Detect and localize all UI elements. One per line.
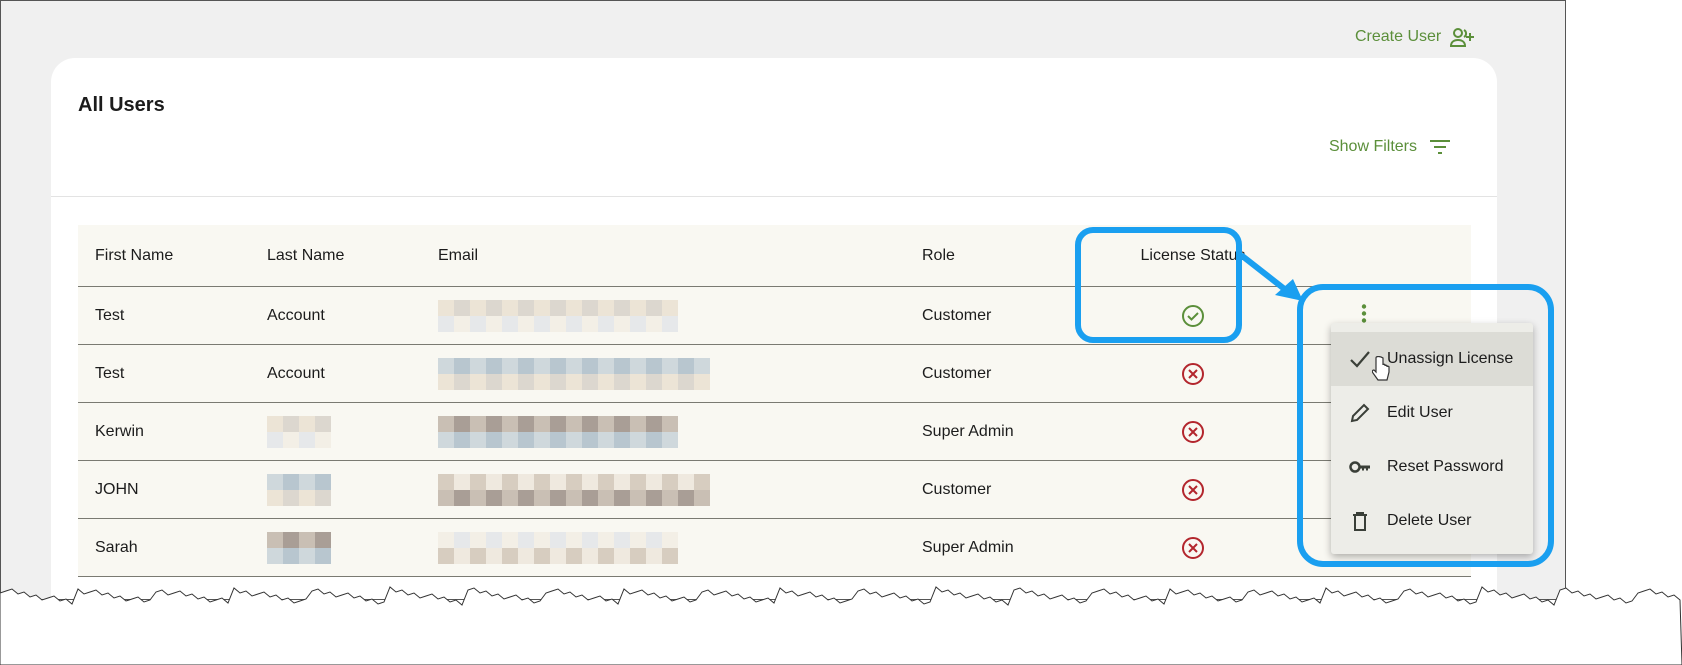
- email: [438, 299, 678, 332]
- redacted-text: [438, 473, 710, 506]
- redacted-text: [438, 531, 678, 564]
- role: Customer: [922, 480, 992, 498]
- last-name: [267, 531, 331, 564]
- first-name: Test: [95, 306, 125, 324]
- divider: [51, 196, 1497, 197]
- col-first-name[interactable]: First Name: [95, 247, 173, 265]
- table-row[interactable]: Kerwin Super Admin: [78, 403, 1471, 461]
- redacted-text: [267, 473, 331, 506]
- first-name: JOHN: [95, 480, 139, 498]
- email: [438, 531, 678, 564]
- table-row[interactable]: JOHN Customer: [78, 461, 1471, 519]
- first-name: Kerwin: [95, 422, 144, 440]
- last-name: Account: [267, 364, 325, 382]
- email: [438, 473, 710, 506]
- x-circle-icon: [1182, 478, 1204, 501]
- x-circle-icon: [1182, 536, 1204, 559]
- redacted-text: [438, 299, 678, 332]
- role: Customer: [922, 364, 992, 382]
- col-last-name[interactable]: Last Name: [267, 247, 344, 265]
- create-user-label: Create User: [1355, 28, 1442, 45]
- callout-arrow: [1239, 252, 1303, 301]
- torn-edge: [0, 586, 1682, 665]
- first-name: Sarah: [95, 538, 138, 556]
- role: Customer: [922, 306, 992, 324]
- redacted-text: [267, 531, 331, 564]
- actions-menu-highlight: [1297, 284, 1554, 567]
- role: Super Admin: [922, 538, 1014, 556]
- license-status: [1118, 420, 1268, 444]
- table-row[interactable]: Sarah Super Admin: [78, 519, 1471, 577]
- last-name: [267, 473, 331, 506]
- license-status: [1118, 478, 1268, 502]
- show-filters-label: Show Filters: [1328, 138, 1417, 155]
- redacted-text: [438, 357, 710, 390]
- page: Create User All Users Show Filters First…: [0, 0, 1566, 600]
- redacted-text: [267, 415, 331, 448]
- table-row[interactable]: Test Account Customer: [78, 345, 1471, 403]
- email: [438, 357, 710, 390]
- redacted-text: [438, 415, 678, 448]
- role: Super Admin: [922, 422, 1014, 440]
- license-status-highlight: [1075, 227, 1242, 343]
- x-circle-icon: [1182, 420, 1204, 443]
- col-role[interactable]: Role: [922, 247, 955, 265]
- first-name: Test: [95, 364, 125, 382]
- filter-lines-icon: [1430, 140, 1450, 154]
- last-name: Account: [267, 306, 325, 324]
- show-filters-button[interactable]: Show Filters: [1329, 138, 1451, 156]
- last-name: [267, 415, 331, 448]
- license-status: [1118, 362, 1268, 386]
- col-email[interactable]: Email: [438, 247, 478, 265]
- users-card: All Users Show Filters First Name Last N…: [51, 58, 1497, 599]
- create-user-button[interactable]: Create User: [1355, 26, 1475, 48]
- email: [438, 415, 678, 448]
- page-title: All Users: [78, 94, 165, 116]
- person-add-icon: [1450, 28, 1475, 47]
- x-circle-icon: [1182, 362, 1204, 385]
- license-status: [1118, 536, 1268, 560]
